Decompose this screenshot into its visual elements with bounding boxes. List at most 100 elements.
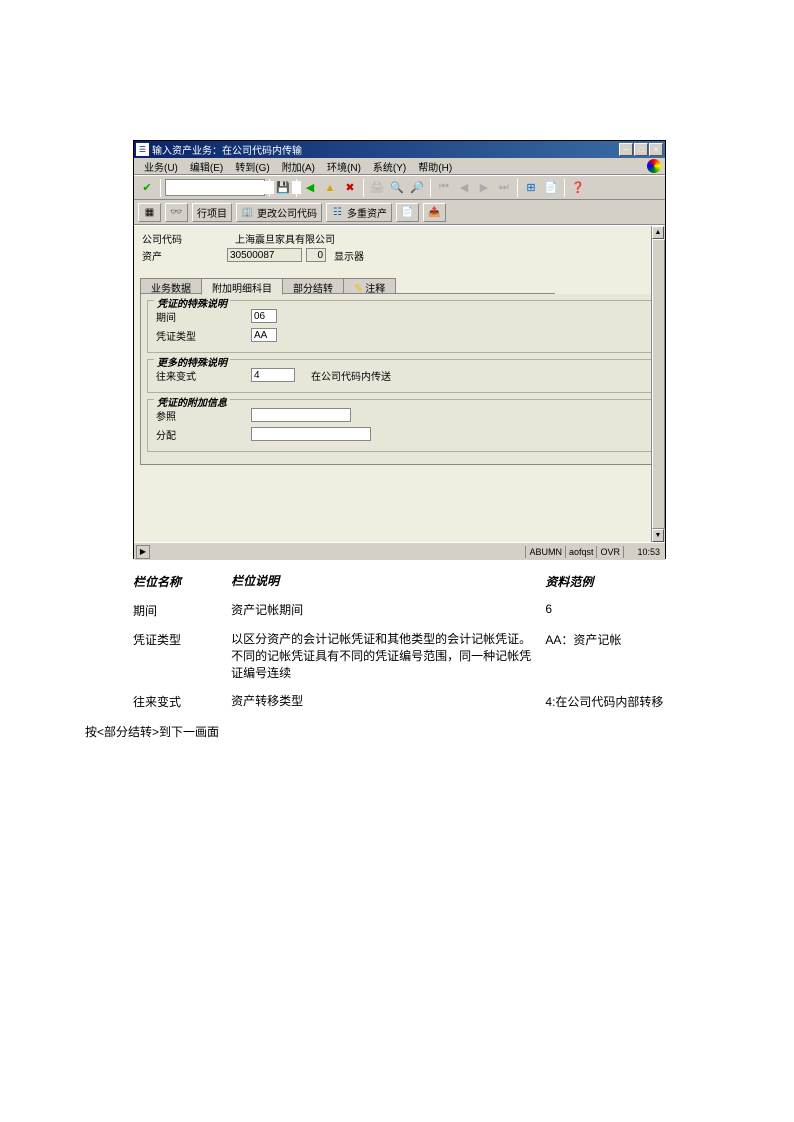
doc-header-name: 栏位名称	[133, 573, 231, 590]
menu-edit[interactable]: 编辑(E)	[184, 158, 229, 175]
maximize-button[interactable]: □	[634, 143, 648, 156]
grid-icon: ▦	[143, 206, 156, 219]
find-next-button[interactable]: 🔎	[408, 179, 426, 197]
export-icon: 📤	[428, 206, 441, 219]
document-icon: 📄	[401, 206, 414, 219]
save-button[interactable]: 💾	[274, 179, 292, 197]
trans-type-description: 在公司代码内传送	[295, 368, 391, 383]
status-client: aofqst	[565, 546, 597, 558]
prev-page-button[interactable]: ◀	[455, 179, 473, 197]
status-tcode: ABUMN	[525, 546, 565, 558]
status-time: 10:53	[623, 546, 663, 558]
first-page-button[interactable]: ⏮	[435, 179, 453, 197]
export-button[interactable]: 📤	[423, 203, 446, 222]
doc-r3-example: 4:在公司代码内部转移	[545, 693, 673, 710]
cancel-button[interactable]: ✖	[341, 179, 359, 197]
doc-r2-desc: 以区分资产的会计记帐凭证和其他类型的会计记帐凭证。不同的记帐凭证具有不同的凭证编…	[231, 631, 545, 681]
next-page-button[interactable]: ▶	[475, 179, 493, 197]
group-additional-info-title: 凭证的附加信息	[154, 394, 230, 409]
separator	[517, 179, 518, 197]
statusbar: ▶ ABUMN aofqst OVR 10:53	[134, 542, 665, 560]
scroll-track[interactable]	[652, 239, 665, 529]
print-button[interactable]: 🖨	[368, 179, 386, 197]
asset-subnumber-input[interactable]	[306, 248, 326, 262]
doc-header-example: 资料范例	[545, 573, 673, 590]
trans-type-input[interactable]	[251, 368, 295, 382]
menu-help[interactable]: 帮助(H)	[412, 158, 458, 175]
doc-r1-name: 期间	[133, 602, 231, 619]
enter-button[interactable]: ✔	[138, 179, 156, 197]
doc-r2-name: 凭证类型	[133, 631, 231, 681]
assignment-input[interactable]	[251, 427, 371, 441]
assignment-label: 分配	[156, 427, 251, 442]
app-icon: ☰	[136, 143, 149, 156]
nav-grid-button[interactable]: ▦	[138, 203, 161, 222]
reference-input[interactable]	[251, 408, 351, 422]
tab-panel: 凭证的特殊说明 期间 凭证类型 更多的特殊说明 往来变式	[140, 294, 659, 465]
tab-strip: 业务数据 附加明细科目 部分结转 ✎注释	[134, 268, 665, 294]
standard-toolbar: ✔ ▼ 💾 ◀ ▲ ✖ 🖨 🔍 🔎 ⏮ ◀ ▶ ⏭ ⊞ 📄 ❓	[134, 175, 665, 200]
period-input[interactable]	[251, 309, 277, 323]
separator	[564, 179, 565, 197]
menu-goto[interactable]: 转到(G)	[229, 158, 275, 175]
glasses-icon: 👓	[170, 206, 183, 219]
change-company-button[interactable]: 🏢更改公司代码	[236, 203, 322, 222]
asset-label: 资产	[142, 248, 227, 263]
doc-r1-example: 6	[545, 602, 673, 619]
building-icon: 🏢	[241, 206, 254, 219]
tab-notes[interactable]: ✎注释	[343, 278, 396, 294]
group-more-special: 更多的特殊说明 往来变式 在公司代码内传送	[147, 359, 652, 393]
find-button[interactable]: 🔍	[388, 179, 406, 197]
scroll-up-button[interactable]: ▲	[652, 226, 664, 239]
asset-description: 显示器	[326, 248, 364, 263]
separator	[269, 179, 270, 197]
tab-partial-transfer[interactable]: 部分结转	[282, 278, 344, 294]
menu-business[interactable]: 业务(U)	[138, 158, 184, 175]
separator	[430, 179, 431, 197]
window-title: 输入资产业务：在公司代码内传输	[152, 142, 619, 157]
command-field[interactable]: ▼	[165, 179, 265, 196]
doc-r1-desc: 资产记帐期间	[231, 602, 545, 619]
group-more-special-title: 更多的特殊说明	[154, 354, 230, 369]
line-items-button[interactable]: 行项目	[192, 203, 232, 222]
doc-table: 栏位名称 栏位说明 资料范例 期间 资产记帐期间 6 凭证类型 以区分资产的会计…	[133, 567, 673, 716]
sap-logo-icon	[647, 159, 661, 173]
doc-r3-desc: 资产转移类型	[231, 693, 545, 710]
doc-button[interactable]: 📄	[396, 203, 419, 222]
status-arrow-icon[interactable]: ▶	[136, 545, 150, 559]
back-button[interactable]: ◀	[301, 179, 319, 197]
close-button[interactable]: ×	[649, 143, 663, 156]
glasses-button[interactable]: 👓	[165, 203, 188, 222]
help-button[interactable]: ❓	[569, 179, 587, 197]
scroll-down-button[interactable]: ▼	[652, 529, 664, 542]
stack-icon: ☷	[331, 206, 344, 219]
company-code-label: 公司代码	[142, 231, 227, 246]
separator	[160, 179, 161, 197]
doc-type-input[interactable]	[251, 328, 277, 342]
menu-addon[interactable]: 附加(A)	[276, 158, 321, 175]
tab-additional-accounts[interactable]: 附加明细科目	[201, 278, 283, 295]
group-doc-special: 凭证的特殊说明 期间 凭证类型	[147, 300, 652, 353]
status-insert-mode: OVR	[596, 546, 623, 558]
last-page-button[interactable]: ⏭	[495, 179, 513, 197]
header-fields: 公司代码 上海震旦家具有限公司 资产 显示器	[134, 226, 665, 268]
new-session-button[interactable]: ⊞	[522, 179, 540, 197]
vertical-scrollbar[interactable]: ▲ ▼	[651, 226, 665, 542]
separator	[363, 179, 364, 197]
minimize-button[interactable]: ─	[619, 143, 633, 156]
tab-business-data[interactable]: 业务数据	[140, 278, 202, 294]
group-additional-info: 凭证的附加信息 参照 分配	[147, 399, 652, 452]
asset-number-input[interactable]	[227, 248, 302, 262]
application-toolbar: ▦ 👓 行项目 🏢更改公司代码 ☷多重资产 📄 📤	[134, 200, 665, 225]
period-label: 期间	[156, 309, 251, 324]
exit-button[interactable]: ▲	[321, 179, 339, 197]
shortcut-button[interactable]: 📄	[542, 179, 560, 197]
scroll-thumb[interactable]	[652, 239, 665, 529]
separator	[296, 179, 297, 197]
group-doc-special-title: 凭证的特殊说明	[154, 295, 230, 310]
trans-type-label: 往来变式	[156, 368, 251, 383]
multi-assets-button[interactable]: ☷多重资产	[326, 203, 392, 222]
menu-env[interactable]: 环境(N)	[321, 158, 367, 175]
company-name: 上海震旦家具有限公司	[227, 231, 335, 246]
menu-system[interactable]: 系统(Y)	[367, 158, 412, 175]
